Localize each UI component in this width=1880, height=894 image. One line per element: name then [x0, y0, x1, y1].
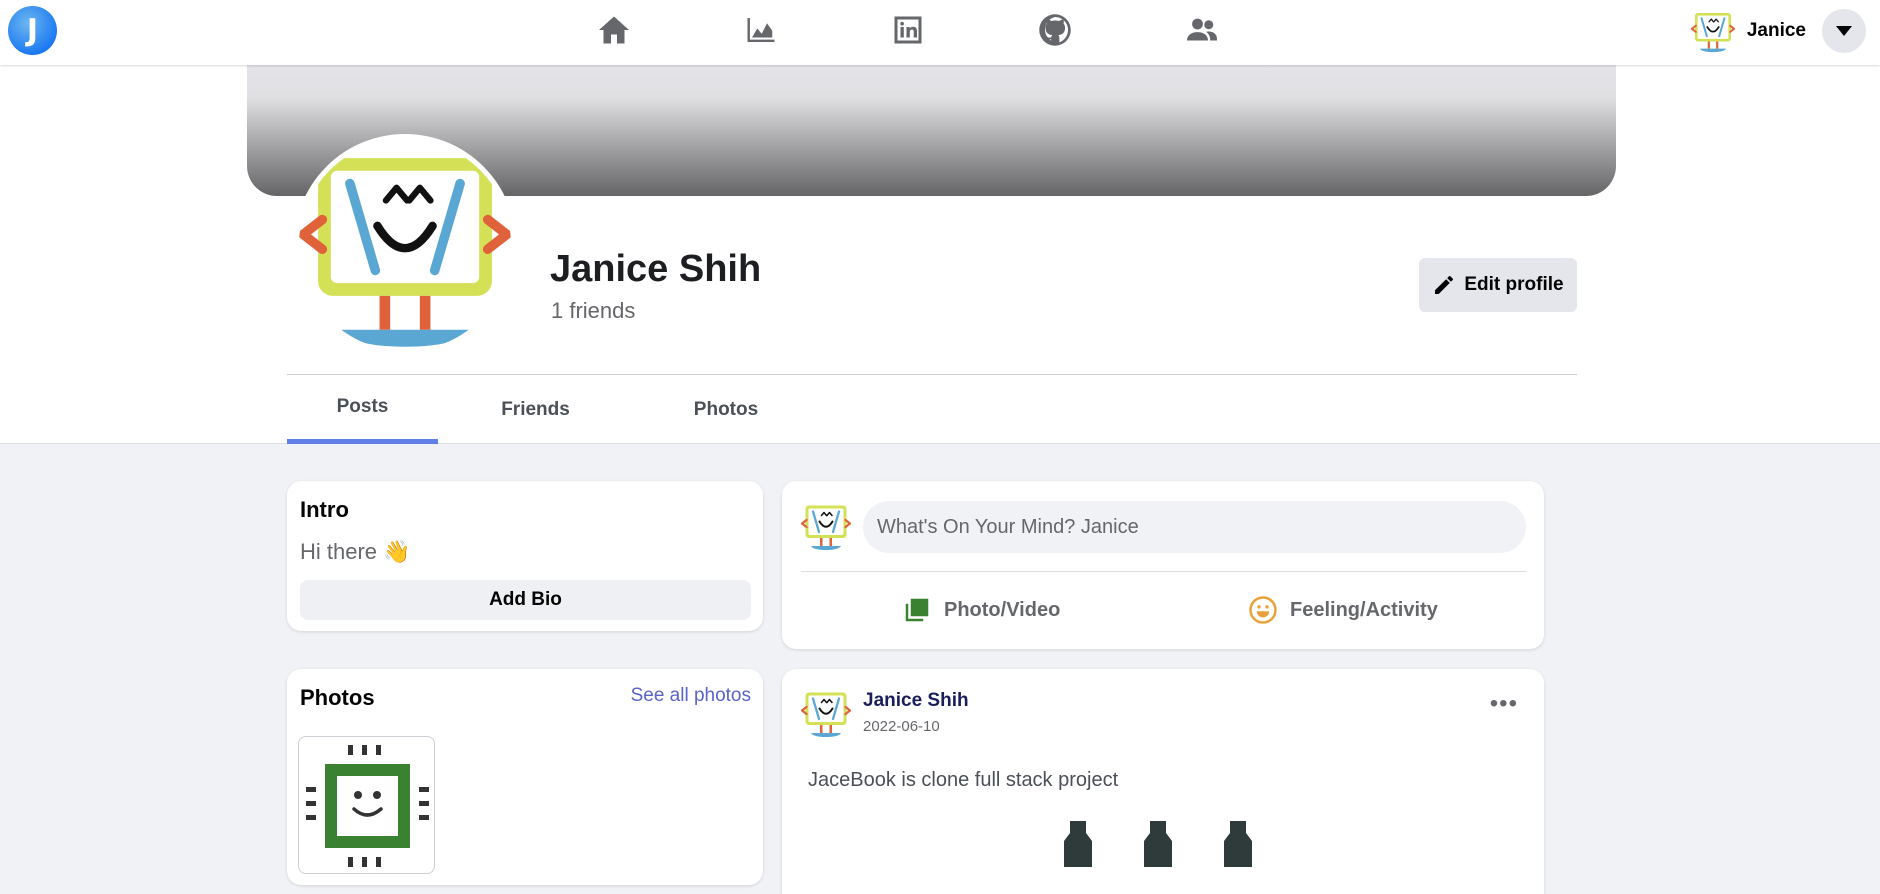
- tab-posts[interactable]: Posts: [287, 375, 438, 444]
- logo-letter: J: [26, 13, 39, 48]
- nav-icon-bar: [540, 0, 1275, 60]
- photo-video-label: Photo/Video: [944, 598, 1061, 621]
- caret-down-icon: [1836, 26, 1852, 36]
- chip-robot-image: [306, 745, 429, 867]
- whats-on-your-mind-input[interactable]: What's On Your Mind? Janice: [863, 501, 1526, 553]
- intro-bio: Hi there 👋: [300, 539, 410, 565]
- photo-library-icon: [905, 598, 929, 622]
- tab-posts-label: Posts: [336, 396, 389, 417]
- bio-text: Hi there: [300, 539, 378, 564]
- see-all-photos-link[interactable]: See all photos: [631, 685, 751, 707]
- intro-card: Intro Hi there 👋 Add Bio: [287, 481, 763, 631]
- more-options-icon[interactable]: •••: [1490, 692, 1518, 716]
- photos-card: Photos See all photos: [287, 669, 763, 885]
- post-date: 2022-06-10: [863, 718, 940, 735]
- tab-friends-label: Friends: [501, 398, 570, 420]
- profile-name: Janice Shih: [550, 248, 762, 290]
- friend-count[interactable]: 1 friends: [551, 298, 635, 324]
- post-card: Janice Shih 2022-06-10 ••• JaceBook is c…: [782, 669, 1544, 894]
- feeling-activity-button[interactable]: Feeling/Activity: [1248, 590, 1438, 630]
- profile-tabs: Posts Friends Photos: [287, 375, 819, 444]
- github-icon[interactable]: [981, 0, 1128, 60]
- post-text: JaceBook is clone full stack project: [808, 769, 1119, 791]
- home-icon[interactable]: [540, 0, 687, 60]
- composer-avatar: [801, 501, 851, 551]
- tab-photos-label: Photos: [693, 398, 759, 420]
- photo-video-button[interactable]: Photo/Video: [902, 590, 1060, 630]
- nav-user-area: Janice: [1691, 6, 1866, 56]
- edit-profile-button[interactable]: Edit profile: [1419, 258, 1577, 312]
- tab-friends[interactable]: Friends: [438, 375, 633, 444]
- account-dropdown-button[interactable]: [1822, 9, 1866, 53]
- app-logo[interactable]: J: [8, 6, 57, 55]
- linkedin-icon[interactable]: [834, 0, 981, 60]
- pencil-icon: [1435, 276, 1454, 294]
- post-author-avatar[interactable]: [801, 688, 851, 738]
- intro-title: Intro: [300, 497, 349, 522]
- post-image[interactable]: [1042, 809, 1282, 889]
- nav-user-name[interactable]: Janice: [1747, 20, 1806, 42]
- composer-divider: [801, 571, 1526, 572]
- tab-photos[interactable]: Photos: [633, 375, 819, 444]
- profile-picture[interactable]: [294, 134, 516, 356]
- photos-title: Photos: [300, 685, 375, 710]
- waving-hand-icon: 👋: [383, 539, 411, 564]
- profile-header: Janice Shih 1 friends Edit profile Posts…: [0, 65, 1880, 444]
- friends-icon[interactable]: [1128, 0, 1275, 60]
- smiley-icon: [1249, 596, 1277, 624]
- user-avatar[interactable]: [1691, 9, 1735, 53]
- post-author-name[interactable]: Janice Shih: [863, 690, 969, 712]
- top-navbar: J Janice: [0, 0, 1880, 65]
- edit-profile-label: Edit profile: [1464, 274, 1564, 295]
- mascot-avatar-image: [299, 139, 511, 351]
- chart-icon[interactable]: [687, 0, 834, 60]
- feeling-activity-label: Feeling/Activity: [1290, 598, 1438, 621]
- post-composer: What's On Your Mind? Janice Photo/Video …: [782, 481, 1544, 649]
- add-bio-button[interactable]: Add Bio: [300, 580, 751, 620]
- photo-thumbnail[interactable]: [298, 736, 435, 874]
